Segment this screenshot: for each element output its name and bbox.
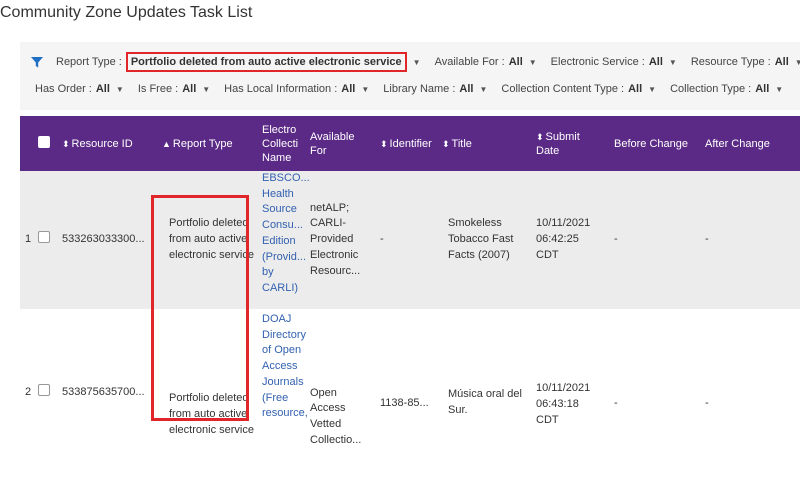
filter-library-name[interactable]: Library Name : All ▼ bbox=[383, 83, 487, 95]
filter-label: Available For : bbox=[434, 56, 505, 68]
cell-after-change: - bbox=[701, 309, 800, 477]
filter-is-free[interactable]: Is Free : All ▼ bbox=[138, 83, 210, 95]
column-header-after-change[interactable]: After Change bbox=[701, 116, 800, 171]
column-header-before-change[interactable]: Before Change bbox=[610, 116, 701, 171]
cell-after-change: - bbox=[701, 171, 800, 309]
funnel-icon[interactable] bbox=[30, 55, 44, 69]
caret-down-icon[interactable]: ▼ bbox=[202, 85, 210, 94]
column-header-collection-name[interactable]: Electro Collecti Name bbox=[258, 116, 306, 171]
task-list-table: ⬍ Resource ID ▲ Report Type Electro Collec… bbox=[20, 116, 800, 477]
cell-submit-date: 10/11/2021 06:43:18 CDT bbox=[532, 309, 610, 477]
select-all-header bbox=[38, 116, 58, 171]
cell-collection-name: EBSCO... Health Source Consu... Edition … bbox=[258, 171, 310, 309]
caret-down-icon[interactable]: ▼ bbox=[529, 58, 537, 67]
filter-value[interactable]: All bbox=[459, 83, 473, 95]
filter-value[interactable]: All bbox=[509, 56, 523, 68]
sort-asc-icon[interactable]: ▲ bbox=[162, 139, 171, 149]
column-header-identifier[interactable]: ⬍ Identifier bbox=[376, 116, 438, 171]
collection-link[interactable]: EBSCO... Health Source Consu... Edition … bbox=[262, 172, 310, 294]
column-header-report-type[interactable]: ▲ Report Type bbox=[152, 116, 258, 171]
filter-row-2: Has Order : All ▼ Is Free : All ▼ Has Lo… bbox=[35, 79, 797, 99]
cell-available-for: netALP; CARLI- Provided Electronic Resou… bbox=[306, 171, 376, 309]
caret-down-icon[interactable]: ▼ bbox=[413, 58, 421, 67]
filter-value[interactable]: All bbox=[755, 83, 769, 95]
cell-identifier: 1138-85... bbox=[376, 309, 438, 477]
filter-collection-content-type[interactable]: Collection Content Type : All ▼ bbox=[501, 83, 656, 95]
filter-has-order[interactable]: Has Order : All ▼ bbox=[35, 83, 124, 95]
cell-report-type: Portfolio deleted from auto active elect… bbox=[152, 309, 258, 477]
filter-value[interactable]: All bbox=[182, 83, 196, 95]
cell-before-change: - bbox=[610, 171, 701, 309]
filter-label: Has Order : bbox=[35, 83, 92, 95]
filter-label: Resource Type : bbox=[690, 56, 771, 68]
caret-down-icon[interactable]: ▼ bbox=[361, 85, 369, 94]
sort-icon[interactable]: ⬍ bbox=[442, 139, 450, 149]
filter-collection-type[interactable]: Collection Type : All ▼ bbox=[670, 83, 783, 95]
collection-link[interactable]: DOAJ Directory of Open Access Journals (… bbox=[262, 313, 308, 419]
column-header-submit-date[interactable]: ⬍ Submit Date bbox=[532, 116, 610, 171]
filter-value[interactable]: All bbox=[96, 83, 110, 95]
filter-value[interactable]: All bbox=[628, 83, 642, 95]
filter-label: Has Local Information : bbox=[224, 83, 338, 95]
filter-resource-type[interactable]: Resource Type : All ▼ bbox=[691, 56, 800, 68]
column-header-title[interactable]: ⬍ Title bbox=[438, 116, 532, 171]
sort-icon[interactable]: ⬍ bbox=[380, 139, 388, 149]
cell-resource-id: 533263033300... bbox=[58, 171, 152, 309]
filter-value[interactable]: Portfolio deleted from auto active elect… bbox=[131, 56, 402, 68]
row-select bbox=[38, 171, 58, 309]
column-label: Title bbox=[451, 137, 472, 150]
row-checkbox[interactable] bbox=[38, 231, 50, 244]
cell-identifier: - bbox=[376, 171, 438, 309]
caret-down-icon[interactable]: ▼ bbox=[795, 58, 800, 67]
filter-available-for[interactable]: Available For : All ▼ bbox=[435, 56, 537, 68]
filter-value[interactable]: All bbox=[649, 56, 663, 68]
cell-resource-id: 533875635700... bbox=[58, 309, 152, 477]
cell-available-for: Open Access Vetted Collectio... bbox=[306, 309, 376, 477]
column-header-available-for[interactable]: Available For bbox=[306, 116, 376, 171]
caret-down-icon[interactable]: ▼ bbox=[648, 85, 656, 94]
row-select bbox=[38, 309, 58, 477]
column-label: Identifier bbox=[389, 137, 432, 150]
filter-panel: Report Type : Portfolio deleted from aut… bbox=[20, 42, 800, 110]
filter-has-local-information[interactable]: Has Local Information : All ▼ bbox=[224, 83, 369, 95]
sort-icon[interactable]: ⬍ bbox=[62, 139, 70, 149]
row-index: 1 bbox=[20, 171, 38, 309]
filter-report-type[interactable]: Report Type : Portfolio deleted from aut… bbox=[56, 52, 421, 72]
table-header-row: ⬍ Resource ID ▲ Report Type Electro Collec… bbox=[20, 116, 800, 171]
caret-down-icon[interactable]: ▼ bbox=[669, 58, 677, 67]
filter-value[interactable]: All bbox=[341, 83, 355, 95]
cell-before-change: - bbox=[610, 309, 701, 477]
index-header bbox=[20, 116, 38, 171]
row-index: 2 bbox=[20, 309, 38, 477]
filter-label: Is Free : bbox=[137, 83, 179, 95]
filter-electronic-service[interactable]: Electronic Service : All ▼ bbox=[551, 56, 677, 68]
filter-label: Collection Type : bbox=[670, 83, 752, 95]
table-row[interactable]: 2 533875635700... Portfolio deleted from… bbox=[20, 309, 800, 477]
table-row[interactable]: 1 533263033300... Portfolio deleted from… bbox=[20, 171, 800, 309]
page-title: Community Zone Updates Task List bbox=[0, 4, 253, 21]
filter-label: Electronic Service : bbox=[550, 56, 645, 68]
column-label: Report Type bbox=[172, 137, 233, 150]
column-label: Resource ID bbox=[71, 137, 133, 150]
filter-value[interactable]: All bbox=[775, 56, 789, 68]
cell-report-type: Portfolio deleted from auto active elect… bbox=[152, 171, 258, 309]
filter-row-1: Report Type : Portfolio deleted from aut… bbox=[30, 52, 800, 72]
cell-collection-name: DOAJ Directory of Open Access Journals (… bbox=[258, 309, 308, 477]
row-checkbox[interactable] bbox=[38, 384, 50, 397]
caret-down-icon[interactable]: ▼ bbox=[775, 85, 783, 94]
filter-label: Collection Content Type : bbox=[501, 83, 625, 95]
report-type-highlight: Portfolio deleted from auto active elect… bbox=[125, 52, 407, 72]
cell-title: Música oral del Sur. bbox=[438, 309, 532, 477]
filter-label: Library Name : bbox=[383, 83, 456, 95]
filter-label: Report Type : bbox=[56, 56, 122, 68]
sort-icon[interactable]: ⬍ bbox=[536, 132, 544, 142]
cell-submit-date: 10/11/2021 06:42:25 CDT bbox=[532, 171, 610, 309]
cell-title: Smokeless Tobacco Fast Facts (2007) bbox=[438, 171, 532, 309]
select-all-checkbox[interactable] bbox=[38, 135, 50, 148]
caret-down-icon[interactable]: ▼ bbox=[116, 85, 124, 94]
caret-down-icon[interactable]: ▼ bbox=[479, 85, 487, 94]
column-header-resource-id[interactable]: ⬍ Resource ID bbox=[58, 116, 152, 171]
